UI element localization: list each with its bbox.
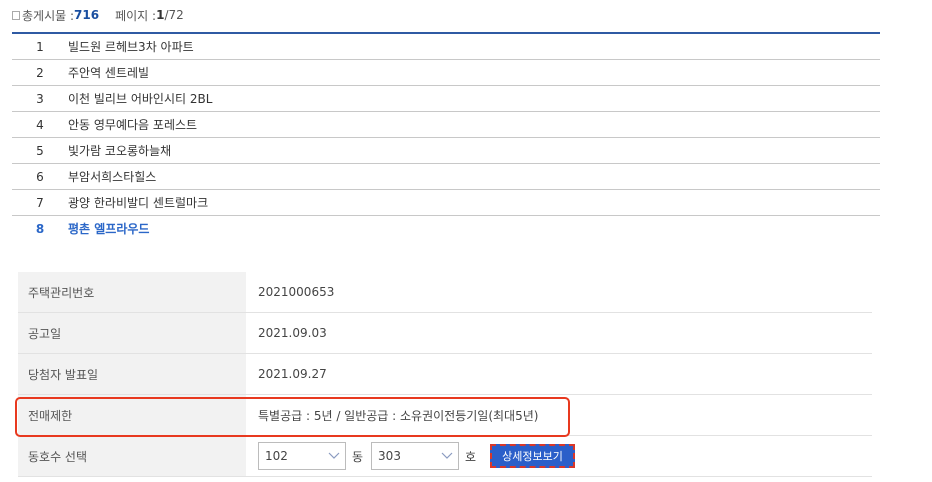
ho-select[interactable]: 303 <box>371 442 460 470</box>
resale-restriction-label: 전매제한 <box>18 395 246 435</box>
detail-row-notice-date: 공고일 2021.09.03 <box>18 313 872 354</box>
list-item-name[interactable]: 부암서희스타힐스 <box>68 168 156 185</box>
housing-list: 1 빌드원 르헤브3차 아파트 2 주안역 센트레빌 3 이천 빌리브 어바인시티 2… <box>12 32 880 241</box>
winner-date-label: 당첨자 발표일 <box>18 354 246 394</box>
list-item-index: 2 <box>36 65 44 80</box>
ho-unit-label: 호 <box>465 449 477 464</box>
view-details-button[interactable]: 상세정보보기 <box>490 444 575 468</box>
chevron-down-icon <box>436 452 458 460</box>
list-item-name[interactable]: 이천 빌리브 어바인시티 2BL <box>68 90 212 107</box>
detail-row-mgmt-number: 주택관리번호 2021000653 <box>18 272 872 313</box>
list-item[interactable]: 3 이천 빌리브 어바인시티 2BL <box>12 86 880 112</box>
board-summary: 총게시물 : 716 페이지 : 1 /72 <box>12 5 184 25</box>
notice-date-value: 2021.09.03 <box>258 326 327 340</box>
dong-select[interactable]: 102 <box>258 442 346 470</box>
list-item-name[interactable]: 빛가람 코오롱하늘채 <box>68 142 171 159</box>
detail-table: 주택관리번호 2021000653 공고일 2021.09.03 당첨자 발표일… <box>18 272 872 477</box>
detail-row-unit-select: 동호수 선택 102 동 303 호 상세정보보기 <box>18 436 872 477</box>
list-item[interactable]: 6 부암서희스타힐스 <box>12 164 880 190</box>
list-item-name[interactable]: 주안역 센트레빌 <box>68 64 149 81</box>
page-total: /72 <box>164 8 184 22</box>
list-item[interactable]: 7 광양 한라비발디 센트럴마크 <box>12 190 880 216</box>
dong-unit-label: 동 <box>352 449 364 464</box>
list-item-name[interactable]: 빌드원 르헤브3차 아파트 <box>68 38 194 55</box>
page-label: 페이지 : <box>115 8 157 23</box>
list-item-index: 5 <box>36 143 44 158</box>
page-current: 1 <box>156 8 165 22</box>
total-count: 716 <box>74 8 100 22</box>
total-label: 총게시물 : <box>22 8 75 23</box>
winner-date-value: 2021.09.27 <box>258 367 327 381</box>
ho-select-value: 303 <box>378 449 401 463</box>
list-item-name[interactable]: 안동 영무예다음 포레스트 <box>68 116 197 133</box>
detail-row-resale-restriction: 전매제한 특별공급 : 5년 / 일반공급 : 소유권이전등기일(최대5년) <box>18 395 872 436</box>
list-item-index: 1 <box>36 39 44 54</box>
mgmt-number-value: 2021000653 <box>258 285 335 299</box>
list-item-index: 4 <box>36 117 44 132</box>
list-item[interactable]: 2 주안역 센트레빌 <box>12 60 880 86</box>
resale-restriction-value: 특별공급 : 5년 / 일반공급 : 소유권이전등기일(최대5년) <box>258 408 539 423</box>
list-item[interactable]: 1 빌드원 르헤브3차 아파트 <box>12 34 880 60</box>
unit-select-controls: 102 동 303 호 상세정보보기 <box>246 436 872 476</box>
list-item-name[interactable]: 평촌 엘프라우드 <box>68 220 149 237</box>
list-item-index: 8 <box>35 221 45 236</box>
list-item-index: 7 <box>36 195 44 210</box>
list-item-index: 3 <box>36 91 44 106</box>
list-item-name[interactable]: 광양 한라비발디 센트럴마크 <box>68 194 208 211</box>
mgmt-number-label: 주택관리번호 <box>18 272 246 312</box>
dong-select-value: 102 <box>265 449 288 463</box>
list-item[interactable]: 5 빛가람 코오롱하늘채 <box>12 138 880 164</box>
list-item[interactable]: 4 안동 영무예다음 포레스트 <box>12 112 880 138</box>
list-item-index: 6 <box>36 169 44 184</box>
unit-select-label: 동호수 선택 <box>18 436 246 476</box>
document-icon <box>12 10 20 20</box>
chevron-down-icon <box>323 452 345 460</box>
detail-row-winner-date: 당첨자 발표일 2021.09.27 <box>18 354 872 395</box>
notice-date-label: 공고일 <box>18 313 246 353</box>
list-item-selected[interactable]: 8 평촌 엘프라우드 <box>12 216 880 241</box>
